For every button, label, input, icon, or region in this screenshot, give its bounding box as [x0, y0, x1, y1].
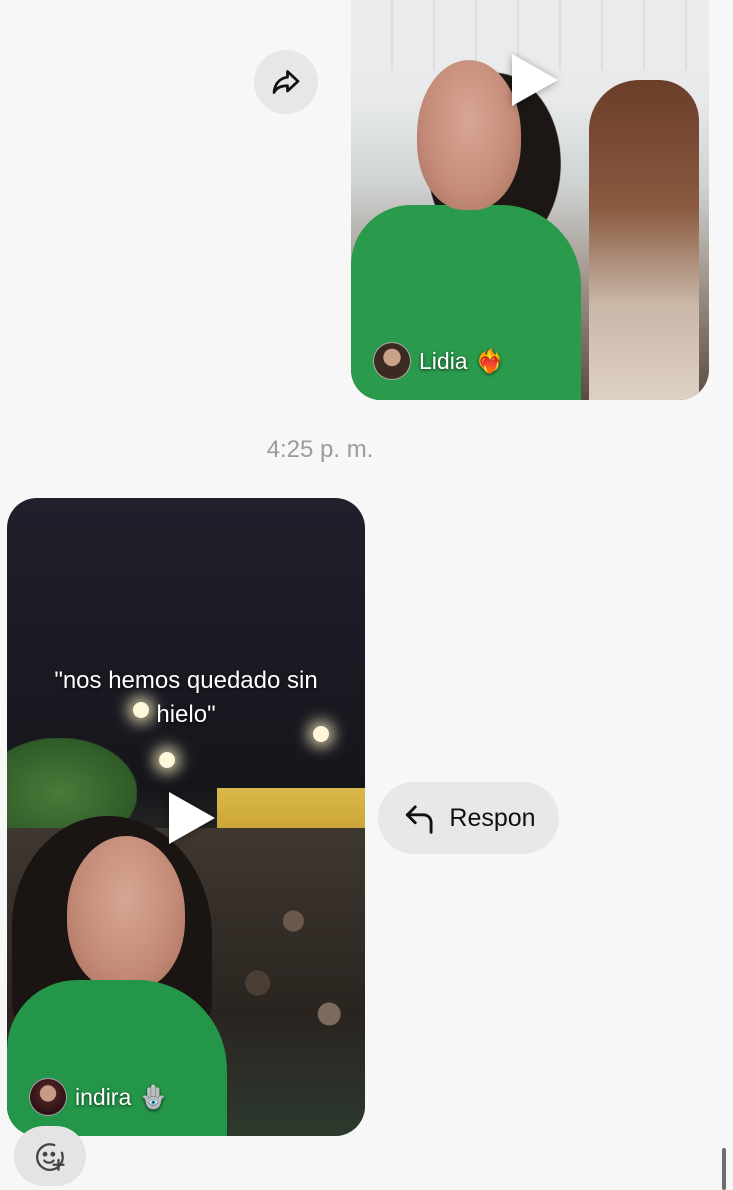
video-thumbnail-detail — [589, 80, 699, 400]
video-author: Lidia ❤️‍🔥 — [373, 342, 504, 380]
add-reaction-button[interactable] — [14, 1126, 86, 1186]
add-reaction-icon — [36, 1143, 65, 1171]
video-caption: "nos hemos quedado sin hielo" — [54, 667, 318, 728]
scrollbar[interactable] — [722, 1148, 726, 1190]
forward-icon — [272, 70, 300, 94]
video-message-lidia[interactable]: Lidia ❤️‍🔥 — [351, 0, 709, 400]
author-emoji: ❤️‍🔥 — [475, 347, 505, 374]
reply-button[interactable]: Respon — [378, 782, 559, 854]
author-emoji: 🪬 — [139, 1083, 168, 1110]
message-timestamp: 4:25 p. m. — [266, 436, 374, 463]
reply-label: Respon — [449, 803, 536, 832]
play-icon[interactable] — [512, 54, 558, 106]
author-name: indira — [75, 1083, 132, 1110]
avatar — [373, 342, 411, 380]
forward-button[interactable] — [254, 50, 318, 114]
video-author: indira 🪬 — [29, 1078, 168, 1116]
video-thumbnail-detail — [159, 752, 175, 768]
play-icon[interactable] — [169, 792, 215, 844]
video-thumbnail-detail — [417, 60, 521, 210]
author-name: Lidia — [419, 347, 468, 374]
reply-arrow-icon — [406, 805, 433, 834]
video-thumbnail-detail — [67, 836, 185, 991]
video-message-indira[interactable]: "nos hemos quedado sin hielo" indira 🪬 — [7, 498, 365, 1136]
avatar — [29, 1078, 67, 1116]
